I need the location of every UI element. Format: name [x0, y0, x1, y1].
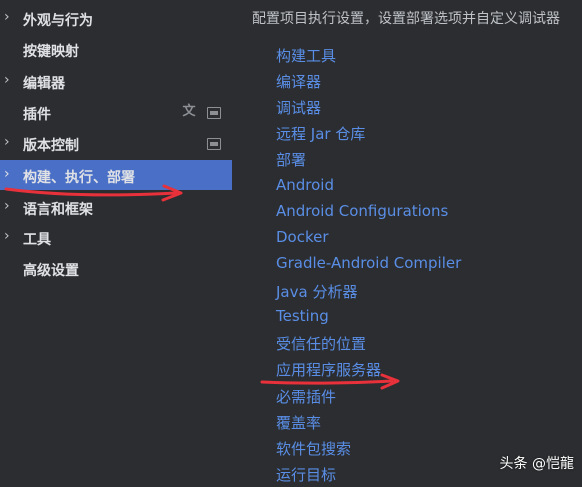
sidebar-item-keymap[interactable]: 按键映射 — [0, 34, 232, 64]
chevron-right-icon[interactable]: › — [4, 135, 18, 149]
sidebar-item-label: 插件 — [23, 107, 51, 123]
sidebar-item-appearance[interactable]: › 外观与行为 — [0, 3, 232, 33]
link-build-tools[interactable]: 构建工具 — [276, 45, 336, 66]
sidebar-item-tools[interactable]: › 工具 — [0, 222, 232, 252]
watermark: 头条 @恺龍 — [499, 456, 574, 472]
link-run-targets[interactable]: 运行目标 — [276, 464, 336, 485]
sidebar-item-plugins[interactable]: 插件 文 — [0, 97, 232, 127]
annotation-arrow-app-servers — [260, 373, 400, 390]
settings-main-panel: 配置项目执行设置，设置部署选项并自定义调试器 构建工具 编译器 调试器 远程 J… — [232, 0, 582, 487]
sidebar-item-label: 版本控制 — [23, 138, 79, 154]
link-remote-jar[interactable]: 远程 Jar 仓库 — [276, 123, 365, 144]
sidebar-item-version-control[interactable]: › 版本控制 — [0, 128, 232, 158]
link-package-search[interactable]: 软件包搜索 — [276, 438, 351, 459]
sidebar-item-label: 编辑器 — [23, 76, 65, 92]
sidebar-item-label: 外观与行为 — [23, 13, 93, 29]
sidebar-item-label: 按键映射 — [23, 44, 79, 60]
annotation-arrow-sidebar — [4, 184, 183, 202]
settings-sidebar: › 外观与行为 按键映射 › 编辑器 插件 文 › 版本控制 › 构建、执行、部… — [0, 0, 232, 487]
link-android-configurations[interactable]: Android Configurations — [276, 202, 448, 220]
link-testing[interactable]: Testing — [276, 307, 329, 325]
link-docker[interactable]: Docker — [276, 228, 329, 246]
section-description: 配置项目执行设置，设置部署选项并自定义调试器 — [252, 11, 560, 27]
sidebar-item-editor[interactable]: › 编辑器 — [0, 66, 232, 96]
sidebar-item-label: 工具 — [23, 232, 51, 248]
link-debugger[interactable]: 调试器 — [276, 97, 321, 118]
window-icon — [207, 138, 221, 150]
link-trusted-locations[interactable]: 受信任的位置 — [276, 333, 366, 354]
link-android[interactable]: Android — [276, 176, 334, 194]
chevron-right-icon[interactable]: › — [4, 73, 18, 87]
link-coverage[interactable]: 覆盖率 — [276, 412, 321, 433]
chevron-right-icon[interactable]: › — [4, 10, 18, 24]
link-gradle-android-compiler[interactable]: Gradle-Android Compiler — [276, 254, 461, 272]
link-java-profiler[interactable]: Java 分析器 — [276, 281, 357, 302]
translate-icon: 文 — [182, 104, 196, 119]
sidebar-item-advanced-settings[interactable]: 高级设置 — [0, 253, 232, 283]
sidebar-item-label: 高级设置 — [23, 263, 79, 279]
link-compiler[interactable]: 编译器 — [276, 71, 321, 92]
window-icon — [207, 107, 221, 119]
chevron-right-icon[interactable]: › — [4, 229, 18, 243]
link-deployment[interactable]: 部署 — [276, 149, 306, 170]
